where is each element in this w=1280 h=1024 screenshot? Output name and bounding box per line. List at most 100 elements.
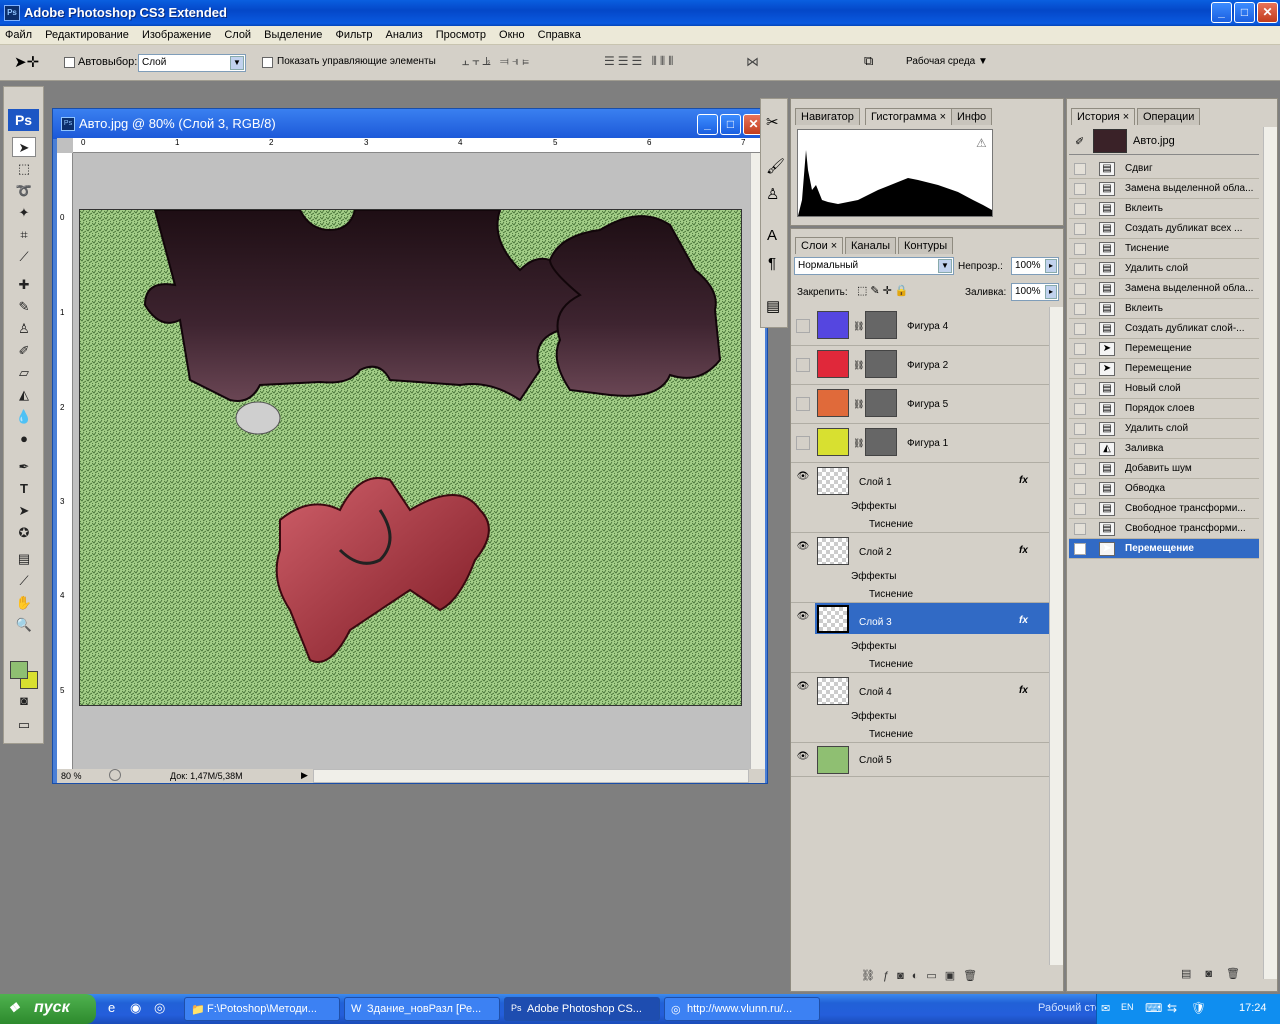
layers-scrollbar[interactable] — [1049, 307, 1063, 965]
history-item[interactable]: ◭ Заливка — [1069, 439, 1259, 459]
menu-edit[interactable]: Редактирование — [40, 26, 134, 41]
history-source-checkbox[interactable] — [1074, 523, 1086, 535]
paint-bucket-icon[interactable]: ◭ — [12, 385, 36, 405]
layer-row-layer-4[interactable]: 👁 Слой 4 fx Эффекты Тиснение — [791, 673, 1049, 743]
fx-icon[interactable]: fx — [1019, 685, 1028, 696]
menu-layer[interactable]: Слой — [219, 26, 256, 41]
paragraph-icon[interactable]: ¶ — [768, 255, 776, 272]
eye-icon[interactable]: 👁 — [796, 611, 810, 625]
history-source-checkbox[interactable] — [1074, 503, 1086, 515]
history-source-checkbox[interactable] — [1074, 243, 1086, 255]
quick-mask-icon[interactable]: ◙ — [12, 691, 36, 711]
media-player-icon[interactable]: ◉ — [130, 1000, 141, 1016]
fx-icon[interactable]: fx — [1019, 545, 1028, 556]
lasso-tool-icon[interactable]: ➰ — [12, 181, 36, 201]
layer-row-layer-1[interactable]: 👁 Слой 1 fx Эффекты Тиснение — [791, 463, 1049, 533]
history-source-checkbox[interactable] — [1074, 403, 1086, 415]
notes-tool-icon[interactable]: ▤ — [12, 549, 36, 569]
history-brush-icon[interactable]: ✐ — [12, 341, 36, 361]
layer-row-shape-1[interactable]: ⛓ Фигура 1 — [791, 424, 1049, 463]
history-item[interactable]: ▤ Новый слой — [1069, 379, 1259, 399]
history-item[interactable]: ▤ Удалить слой — [1069, 259, 1259, 279]
history-scrollbar[interactable] — [1263, 127, 1277, 979]
dodge-tool-icon[interactable]: ● — [12, 429, 36, 449]
layer-row-layer-3[interactable]: 👁 Слой 3 fx Эффекты Тиснение — [791, 603, 1049, 673]
eye-icon[interactable]: 👁 — [796, 681, 810, 695]
start-button[interactable]: ❖ пуск — [0, 994, 96, 1024]
taskbar-item[interactable]: W Здание_новРазл [Ре... — [344, 997, 500, 1021]
history-item[interactable]: ▤ Тиснение — [1069, 239, 1259, 259]
autoselect-checkbox[interactable] — [64, 57, 75, 68]
align-buttons[interactable]: ⫠⫟⫡ ⫤⫣⫢ — [462, 54, 532, 69]
tab-navigator[interactable]: Навигатор — [795, 108, 860, 125]
crop-tool-icon[interactable]: ⌗ — [12, 225, 36, 245]
history-source-checkbox[interactable] — [1074, 203, 1086, 215]
eye-icon[interactable]: 👁 — [796, 471, 810, 485]
tab-actions[interactable]: Операции — [1137, 108, 1201, 125]
tab-histogram[interactable]: Гистограмма × — [865, 108, 952, 125]
history-source-checkbox[interactable] — [1074, 343, 1086, 355]
history-item-active[interactable]: ➤ Перемещение — [1069, 539, 1259, 559]
history-source-checkbox[interactable] — [1074, 183, 1086, 195]
history-source-checkbox[interactable] — [1074, 383, 1086, 395]
marquee-tool-icon[interactable]: ⬚ — [12, 159, 36, 179]
close-button[interactable]: ✕ — [1257, 2, 1278, 23]
doc-minimize-button[interactable]: _ — [697, 114, 718, 135]
history-item[interactable]: ▤ Вклеить — [1069, 299, 1259, 319]
history-source-checkbox[interactable] — [1074, 463, 1086, 475]
eye-icon[interactable]: 👁 — [796, 751, 810, 765]
eye-icon[interactable]: 👁 — [796, 541, 810, 555]
history-source-checkbox[interactable] — [1074, 483, 1086, 495]
layer-comps-icon[interactable]: ▤ — [766, 297, 780, 315]
menu-help[interactable]: Справка — [533, 26, 586, 41]
layer-row-shape-5[interactable]: ⛓ Фигура 5 — [791, 385, 1049, 424]
layer-row-layer-2[interactable]: 👁 Слой 2 fx Эффекты Тиснение — [791, 533, 1049, 603]
hand-tool-icon[interactable]: ✋ — [12, 593, 36, 613]
menu-view[interactable]: Просмотр — [431, 26, 491, 41]
history-item[interactable]: ▤ Сдвиг — [1069, 159, 1259, 179]
pen-tool-icon[interactable]: ✒ — [12, 457, 36, 477]
eraser-tool-icon[interactable]: ▱ — [12, 363, 36, 383]
history-item[interactable]: ▤ Вклеить — [1069, 199, 1259, 219]
brushes-icon[interactable]: 🖌 — [766, 157, 785, 175]
taskbar-item[interactable]: ◎ http://www.vlunn.ru/... — [664, 997, 820, 1021]
tab-layers[interactable]: Слои × — [795, 237, 844, 254]
taskbar-item[interactable]: Ps Adobe Photoshop CS... — [504, 997, 660, 1021]
fill-field[interactable]: 100% ▸ — [1011, 283, 1059, 301]
history-source-checkbox[interactable] — [1074, 423, 1086, 435]
history-footer-buttons[interactable]: ▤◙🗑 — [1181, 967, 1254, 980]
history-item[interactable]: ▤ Порядок слоев — [1069, 399, 1259, 419]
history-source-checkbox[interactable] — [1074, 363, 1086, 375]
brush-tool-icon[interactable]: ✎ — [12, 297, 36, 317]
history-source-checkbox[interactable] — [1074, 163, 1086, 175]
history-source-checkbox[interactable] — [1074, 223, 1086, 235]
history-item[interactable]: ▤ Обводка — [1069, 479, 1259, 499]
stamp-tool-icon[interactable]: ♙ — [12, 319, 36, 339]
zoom-tool-icon[interactable]: 🔍 — [12, 615, 36, 635]
history-item[interactable]: ▤ Создать дубликат слой-... — [1069, 319, 1259, 339]
history-brush-icon[interactable]: ✐ — [1075, 135, 1084, 148]
tools-preset-icon[interactable]: ✂ — [766, 113, 779, 131]
tab-history[interactable]: История × — [1071, 108, 1136, 125]
history-source-checkbox[interactable] — [1074, 263, 1086, 275]
menu-select[interactable]: Выделение — [259, 26, 327, 41]
move-tool-icon[interactable]: ➤ — [12, 137, 36, 157]
visibility-toggle[interactable] — [796, 319, 810, 333]
tab-channels[interactable]: Каналы — [845, 237, 897, 254]
browser-icon[interactable]: ◎ — [154, 1000, 165, 1016]
layers-footer-buttons[interactable]: ⛓ƒ◙◐▭▣🗑 — [861, 969, 985, 982]
shape-tool-icon[interactable]: ✪ — [12, 523, 36, 543]
distribute-buttons[interactable]: ☰☰☰ ⦀⦀⦀ — [604, 54, 676, 69]
history-item[interactable]: ▤ Создать дубликат всех ... — [1069, 219, 1259, 239]
language-indicator[interactable]: EN — [1121, 1002, 1134, 1012]
minimize-button[interactable]: _ — [1211, 2, 1232, 23]
healing-brush-icon[interactable]: ✚ — [12, 275, 36, 295]
show-controls-checkbox[interactable] — [262, 57, 273, 68]
clone-source-icon[interactable]: ♙ — [766, 185, 779, 203]
move-tool-preset-icon[interactable]: ➤✛ — [14, 53, 39, 71]
history-snapshot[interactable]: ✐ Авто.jpg — [1069, 127, 1259, 155]
magic-wand-tool-icon[interactable]: ✦ — [12, 203, 36, 223]
menu-filter[interactable]: Фильтр — [331, 26, 378, 41]
history-item[interactable]: ▤ Свободное трансформи... — [1069, 499, 1259, 519]
ie-icon[interactable]: e — [108, 1000, 115, 1015]
